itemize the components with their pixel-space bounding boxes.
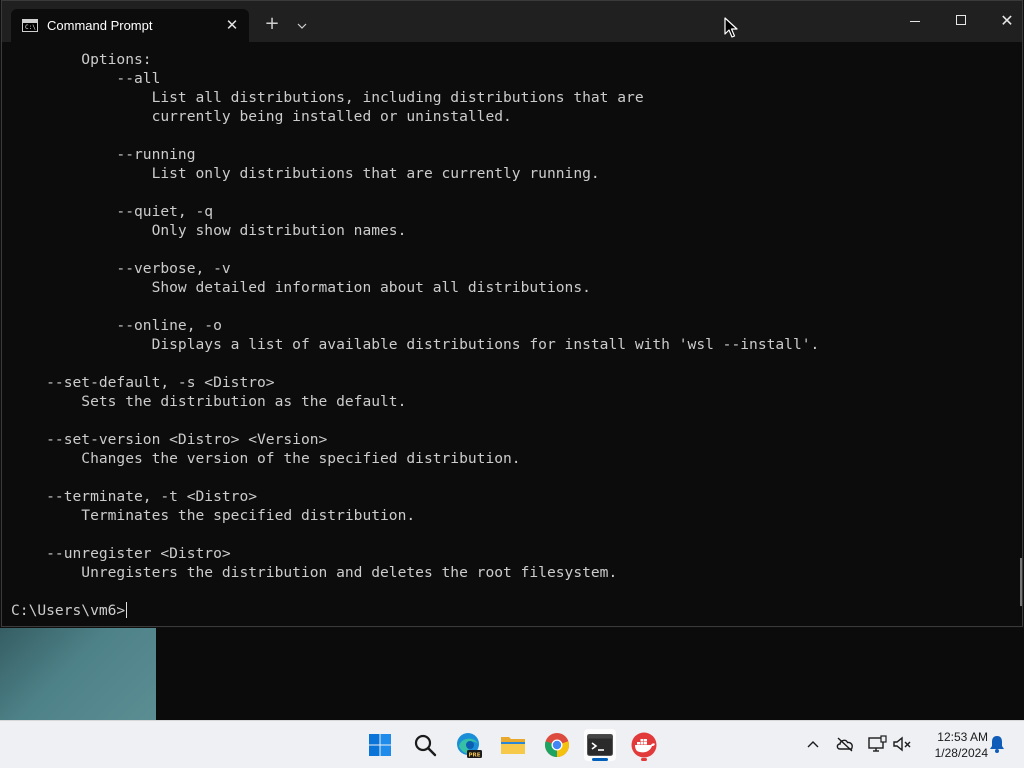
maximize-button[interactable] <box>946 7 976 35</box>
docker-button[interactable] <box>628 729 660 761</box>
console-line: --unregister <Distro> <box>11 545 231 562</box>
console-line: --set-default, -s <Distro> <box>11 374 275 391</box>
console-line: Unregisters the distribution and deletes… <box>11 564 618 581</box>
volume-muted-icon <box>893 736 911 752</box>
taskbar: PRE 12:53 AM 1/28/2024 <box>0 720 1024 768</box>
show-hidden-icons-button[interactable] <box>802 733 824 755</box>
new-tab-button[interactable]: + <box>260 13 284 37</box>
terminal-icon <box>587 734 613 756</box>
command-prompt-icon: C:\ <box>22 19 38 32</box>
network-icon <box>868 735 887 752</box>
docker-icon <box>631 732 657 758</box>
desktop-background-window <box>156 628 1024 720</box>
console-line: --terminate, -t <Distro> <box>11 488 258 505</box>
scrollbar[interactable] <box>1020 558 1022 606</box>
maximize-icon <box>956 14 966 25</box>
console-line: --all <box>11 70 161 87</box>
notifications-button[interactable] <box>986 733 1008 755</box>
console-line: currently being installed or uninstalled… <box>11 108 512 125</box>
console-line: List only distributions that are current… <box>11 165 600 182</box>
volume-button[interactable] <box>891 733 913 755</box>
desktop-wallpaper <box>0 628 156 720</box>
bell-icon <box>990 736 1004 753</box>
prompt-text: C:\Users\vm6> <box>11 602 126 619</box>
clock[interactable]: 12:53 AM 1/28/2024 <box>918 729 988 761</box>
start-icon <box>369 734 391 756</box>
console-line: Changes the version of the specified dis… <box>11 450 521 467</box>
console-line: Terminates the specified distribution. <box>11 507 416 524</box>
tab-command-prompt[interactable]: C:\ Command Prompt ✕ <box>11 9 249 42</box>
chrome-icon <box>545 733 569 757</box>
terminal-window: C:\ Command Prompt ✕ + ✕ Options: --all … <box>1 0 1023 627</box>
network-button[interactable] <box>866 733 888 755</box>
chevron-down-icon[interactable] <box>291 13 313 37</box>
console-line: --online, -o <box>11 317 222 334</box>
tab-icon-label: C:\ <box>25 24 36 31</box>
mouse-pointer-icon <box>724 17 738 38</box>
prompt-line[interactable]: C:\Users\vm6> <box>11 601 1016 620</box>
edge-badge: PRE <box>468 753 480 759</box>
close-button[interactable]: ✕ <box>992 7 1022 35</box>
console-line: Displays a list of available distributio… <box>11 336 820 353</box>
clock-date: 1/28/2024 <box>934 746 988 760</box>
search-icon <box>414 734 437 757</box>
console-line: --running <box>11 146 196 163</box>
minimize-icon <box>910 20 920 22</box>
file-explorer-icon <box>501 737 525 754</box>
edge-preview-button[interactable]: PRE <box>453 729 485 761</box>
chrome-button[interactable] <box>541 729 573 761</box>
console-line: --set-version <Distro> <Version> <box>11 431 328 448</box>
console-line: --quiet, -q <box>11 203 214 220</box>
onedrive-button[interactable] <box>834 733 856 755</box>
terminal-button[interactable] <box>584 729 616 761</box>
start-button[interactable] <box>364 729 396 761</box>
console-line: --verbose, -v <box>11 260 231 277</box>
console-line: Show detailed information about all dist… <box>11 279 591 296</box>
minimize-button[interactable] <box>900 7 930 35</box>
edge-preview-icon: PRE <box>457 733 482 759</box>
running-indicator <box>641 758 647 761</box>
console-line: Options: <box>11 51 152 68</box>
tab-title: Command Prompt <box>47 18 153 33</box>
chevron-up-icon <box>807 741 819 748</box>
console-line: List all distributions, including distri… <box>11 89 644 106</box>
active-indicator <box>592 758 608 761</box>
search-button[interactable] <box>409 729 441 761</box>
console-line: Only show distribution names. <box>11 222 407 239</box>
tab-close-icon[interactable]: ✕ <box>222 15 242 35</box>
clock-time: 12:53 AM <box>937 730 988 744</box>
cloud-offline-icon <box>836 737 853 752</box>
title-bar[interactable]: C:\ Command Prompt ✕ + ✕ <box>2 1 1022 42</box>
text-cursor <box>126 602 128 618</box>
console-line: Sets the distribution as the default. <box>11 393 407 410</box>
console-output[interactable]: Options: --all List all distributions, i… <box>11 50 1016 620</box>
file-explorer-button[interactable] <box>497 729 529 761</box>
